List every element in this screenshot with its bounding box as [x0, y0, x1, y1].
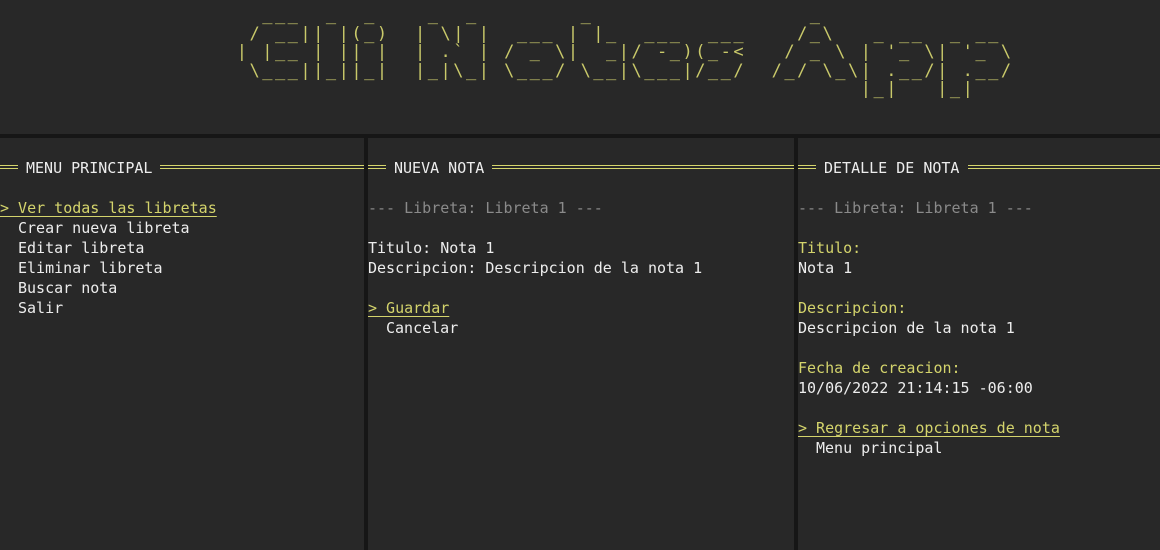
new-note-form: --- Libreta: Libreta 1 --- Titulo: Nota …: [368, 198, 794, 338]
panel-title-bar: MENU PRINCIPAL: [0, 158, 364, 178]
description-input[interactable]: Descripcion: Descripcion de la nota 1: [368, 258, 794, 278]
menu-item-buscar-nota[interactable]: Buscar nota: [0, 278, 364, 298]
title-rule-right: [492, 165, 794, 169]
main-menu-option[interactable]: Menu principal: [798, 438, 1160, 458]
panel-title: NUEVA NOTA: [386, 158, 493, 178]
description-label: Descripcion:: [798, 299, 907, 317]
ascii-title: ___ _ _ _ _ _ _ / __|| |(_) | \| | ___ |…: [236, 5, 1014, 99]
notebook-header: --- Libreta: Libreta 1 ---: [368, 199, 603, 217]
title-label: Titulo:: [798, 239, 862, 257]
menu-item-salir[interactable]: Salir: [0, 298, 364, 318]
cancel-option[interactable]: Cancelar: [368, 318, 794, 338]
panel-title: DETALLE DE NOTA: [816, 158, 968, 178]
new-note-panel: NUEVA NOTA --- Libreta: Libreta 1 --- Ti…: [368, 138, 794, 550]
save-option[interactable]: > Guardar: [368, 298, 794, 318]
panel-title-bar: DETALLE DE NOTA: [798, 158, 1160, 178]
menu-item-crear-libreta[interactable]: Crear nueva libreta: [0, 218, 364, 238]
note-detail: --- Libreta: Libreta 1 --- Titulo: Nota …: [798, 198, 1160, 458]
created-value: 10/06/2022 21:14:15 -06:00: [798, 379, 1033, 397]
description-value: Descripcion de la nota 1: [798, 319, 1015, 337]
title-rule-right: [968, 165, 1160, 169]
note-detail-panel: DETALLE DE NOTA --- Libreta: Libreta 1 -…: [798, 138, 1160, 550]
panel-title: MENU PRINCIPAL: [18, 158, 161, 178]
menu-item-eliminar-libreta[interactable]: Eliminar libreta: [0, 258, 364, 278]
menu-item-editar-libreta[interactable]: Editar libreta: [0, 238, 364, 258]
main-menu-panel: MENU PRINCIPAL > Ver todas las libretas …: [0, 138, 364, 550]
panel-title-bar: NUEVA NOTA: [368, 158, 794, 178]
title-input[interactable]: Titulo: Nota 1: [368, 238, 794, 258]
notebook-header: --- Libreta: Libreta 1 ---: [798, 199, 1033, 217]
title-value: Nota 1: [798, 259, 853, 277]
back-to-note-options[interactable]: > Regresar a opciones de nota: [798, 418, 1160, 438]
app-banner: ___ _ _ _ _ _ _ / __|| |(_) | \| | ___ |…: [0, 0, 1160, 134]
menu-list: > Ver todas las libretas Crear nueva lib…: [0, 198, 364, 318]
created-label: Fecha de creacion:: [798, 359, 961, 377]
menu-item-ver-libretas[interactable]: > Ver todas las libretas: [0, 198, 364, 218]
title-rule-right: [160, 165, 364, 169]
